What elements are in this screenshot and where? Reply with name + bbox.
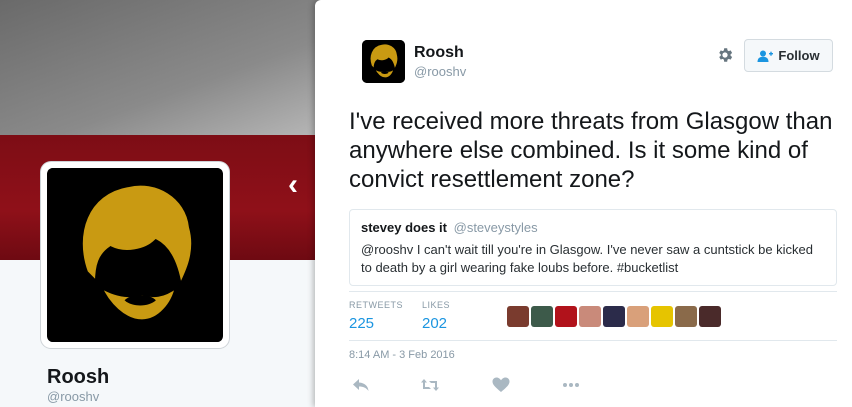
liker-avatar[interactable] xyxy=(651,306,673,327)
follow-button[interactable]: Follow xyxy=(744,39,833,72)
liker-avatar[interactable] xyxy=(627,306,649,327)
quoted-tweet-text: @rooshv I can't wait till you're in Glas… xyxy=(361,242,814,275)
liker-avatars xyxy=(507,306,721,327)
face-silhouette-icon xyxy=(48,168,222,342)
retweets-label: RETWEETS xyxy=(349,300,404,310)
liker-avatar[interactable] xyxy=(555,306,577,327)
author-handle[interactable]: @rooshv xyxy=(414,64,466,79)
quoted-author-name: stevey does it xyxy=(361,220,447,235)
likes-stat[interactable]: LIKES 202 xyxy=(422,300,450,332)
profile-avatar[interactable] xyxy=(41,162,229,348)
author-avatar[interactable] xyxy=(362,40,405,83)
more-icon[interactable] xyxy=(561,376,581,394)
divider xyxy=(349,340,837,341)
like-icon[interactable] xyxy=(491,376,511,394)
divider xyxy=(349,291,837,292)
reply-icon[interactable] xyxy=(351,376,371,394)
retweets-count: 225 xyxy=(349,315,375,332)
liker-avatar[interactable] xyxy=(675,306,697,327)
follow-label: Follow xyxy=(778,48,820,63)
retweets-stat[interactable]: RETWEETS 225 xyxy=(349,300,403,332)
tweet-text: I've received more threats from Glasgow … xyxy=(349,108,833,193)
quoted-tweet[interactable]: stevey does it @steveystyles @rooshv I c… xyxy=(349,209,837,286)
retweet-icon[interactable] xyxy=(420,376,440,394)
likes-count: 202 xyxy=(422,315,448,332)
tweet-permalink-card: Roosh @rooshv Follow I've received more … xyxy=(315,0,852,407)
profile-name: Roosh xyxy=(47,366,110,388)
face-silhouette-icon xyxy=(362,40,405,83)
quoted-author-handle: @steveystyles xyxy=(453,220,538,235)
chevron-left-icon[interactable]: ‹ xyxy=(281,170,305,204)
gear-icon[interactable] xyxy=(716,46,734,64)
liker-avatar[interactable] xyxy=(603,306,625,327)
tweet-timestamp: 8:14 AM - 3 Feb 2016 xyxy=(349,349,455,361)
liker-avatar[interactable] xyxy=(699,306,721,327)
profile-handle: @rooshv xyxy=(47,389,100,404)
liker-avatar[interactable] xyxy=(531,306,553,327)
likes-label: LIKES xyxy=(422,300,451,310)
liker-avatar[interactable] xyxy=(507,306,529,327)
liker-avatar[interactable] xyxy=(579,306,601,327)
add-user-icon xyxy=(757,50,774,62)
author-name[interactable]: Roosh xyxy=(414,44,464,62)
